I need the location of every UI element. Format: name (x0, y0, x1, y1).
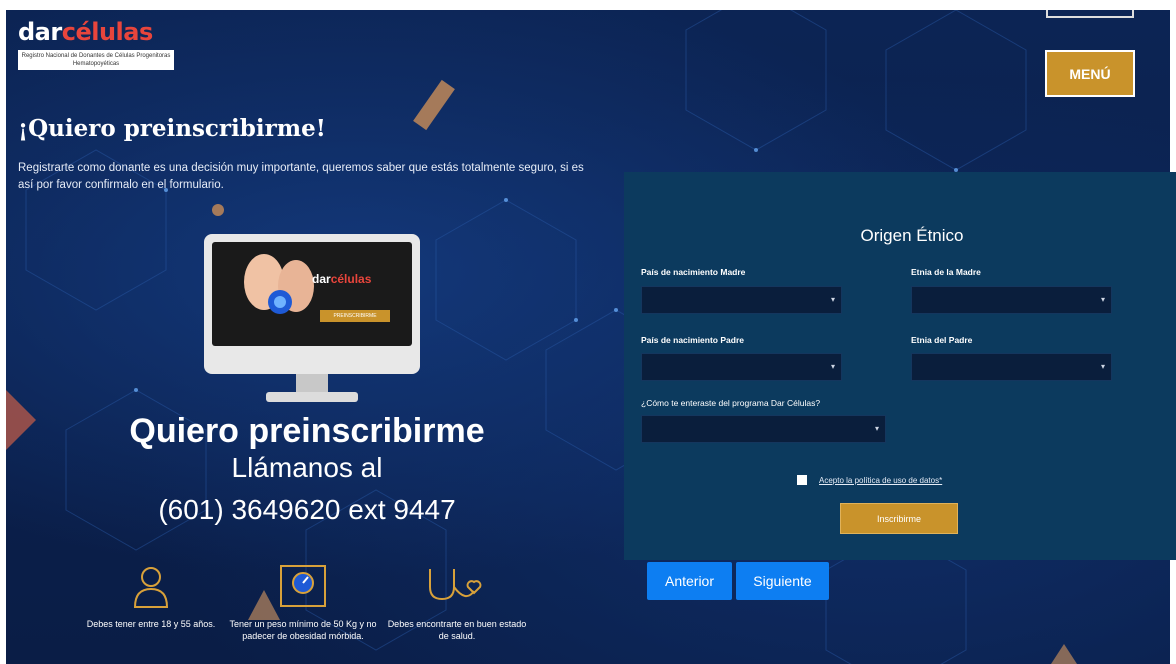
monitor-logo: darcélulas (312, 272, 371, 286)
stethoscope-heart-icon (382, 560, 532, 612)
monitor-base (266, 392, 358, 402)
logo-text-dar: dar (18, 18, 62, 46)
call-label: Llámanos al (231, 452, 383, 483)
source-label: ¿Cómo te enteraste del programa Dar Célu… (641, 398, 821, 408)
monitor-illustration: darcélulas PREINSCRIBIRME (204, 234, 420, 404)
mother-ethnicity-label: Etnia de la Madre (911, 267, 981, 277)
father-ethnicity-label: Etnia del Padre (911, 335, 973, 345)
feature-age-text: Debes tener entre 18 y 55 años. (86, 619, 216, 629)
top-strip (0, 0, 1176, 10)
chevron-down-icon: ▾ (1100, 295, 1105, 304)
policy-link[interactable]: Acepto la política de uso de datos* (819, 476, 942, 485)
father-country-label: País de nacimiento Padre (641, 335, 744, 345)
mother-ethnicity-select[interactable]: ▾ (911, 286, 1112, 314)
chevron-down-icon: ▾ (874, 424, 879, 433)
logo-text-celulas: células (61, 18, 154, 46)
mother-country-label: País de nacimiento Madre (641, 267, 746, 277)
previous-button[interactable]: Anterior (647, 562, 732, 600)
feature-weight: Tener un peso mínimo de 50 Kg y no padec… (228, 560, 378, 642)
source-select[interactable]: ▾ (641, 415, 886, 443)
feature-health: Debes encontrarte en buen estado de salu… (382, 560, 532, 642)
decor-shape (413, 79, 455, 131)
monitor-screen-content: darcélulas PREINSCRIBIRME (212, 242, 412, 346)
chevron-down-icon: ▾ (830, 295, 835, 304)
form-section-title: Origen Étnico (860, 226, 964, 245)
policy-checkbox[interactable] (797, 475, 807, 485)
cta-title: Quiero preinscribirme (129, 412, 485, 450)
submit-button[interactable]: Inscribirme (840, 503, 958, 534)
decor-shape (1051, 644, 1077, 664)
monitor-logo-celulas: células (330, 272, 372, 286)
decor-shape (212, 204, 224, 216)
feature-weight-text: Tener un peso mínimo de 50 Kg y no padec… (229, 619, 377, 641)
father-country-select[interactable]: ▾ (641, 353, 842, 381)
phone-number: (601) 3649620 ext 9447 (158, 494, 456, 525)
father-ethnicity-select[interactable]: ▾ (911, 353, 1112, 381)
scale-icon (228, 560, 378, 612)
monitor-preinscribe-button: PREINSCRIBIRME (320, 310, 390, 322)
monitor-stand (296, 374, 328, 394)
hands-drop-icon (244, 254, 314, 314)
feature-age: Debes tener entre 18 y 55 años. (76, 560, 226, 630)
monitor-logo-dar: dar (312, 272, 331, 286)
next-button[interactable]: Siguiente (736, 562, 829, 600)
monitor-screen: darcélulas PREINSCRIBIRME (204, 234, 420, 374)
page-title: ¡Quiero preinscribirme! (18, 115, 326, 142)
logo-subtitle: Registro Nacional de Donantes de Células… (18, 50, 174, 70)
chevron-down-icon: ▾ (830, 362, 835, 371)
person-icon (76, 560, 226, 612)
mother-country-select[interactable]: ▾ (641, 286, 842, 314)
menu-button[interactable]: MENÚ (1045, 50, 1135, 97)
feature-health-text: Debes encontrarte en buen estado de salu… (387, 619, 527, 641)
chevron-down-icon: ▾ (1100, 362, 1105, 371)
intro-text: Registrarte como donante es una decisión… (18, 162, 584, 191)
top-box (1046, 10, 1134, 18)
site-logo[interactable]: darcélulas Registro Nacional de Donantes… (18, 18, 174, 70)
